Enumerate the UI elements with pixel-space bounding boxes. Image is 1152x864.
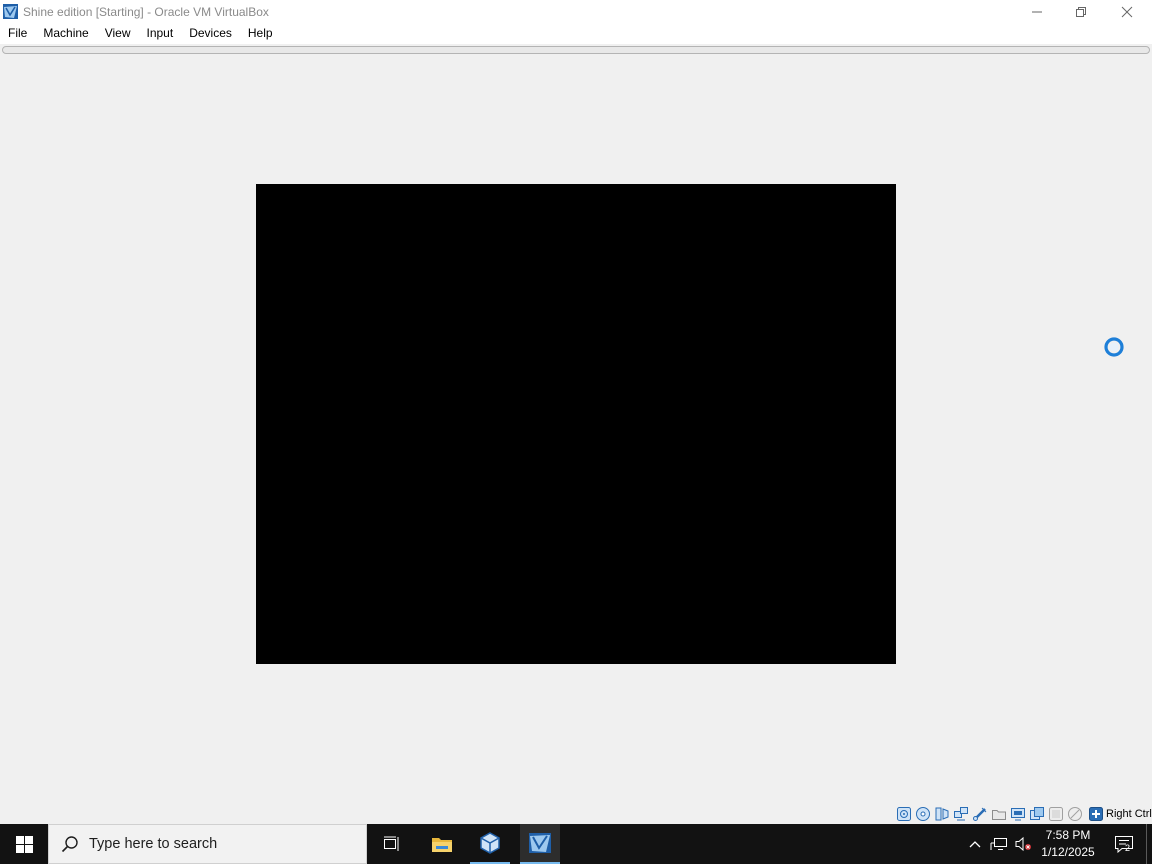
taskbar-search-box[interactable]: Type here to search [48,824,367,864]
action-center-button[interactable]: 2 [1106,824,1142,864]
virtualbox-vm-button[interactable] [520,824,560,864]
clock-date: 1/12/2025 [1041,845,1095,859]
window-title: Shine edition [Starting] - Oracle VM Vir… [23,5,269,19]
notification-count-badge: 2 [1125,843,1131,853]
keyboard-arrow-icon [1089,807,1103,821]
close-button[interactable] [1104,0,1150,23]
menu-bar: File Machine View Input Devices Help [0,23,1152,44]
device-status-icons [896,806,1083,822]
minimize-button[interactable] [1014,0,1060,23]
audio-icon[interactable] [934,806,950,822]
task-view-icon [384,836,399,851]
mouse-integration-icon[interactable] [1067,806,1083,822]
vm-screen[interactable] [256,184,896,664]
menu-file[interactable]: File [0,23,35,44]
loading-spinner-icon [1104,337,1124,357]
minimize-icon [1032,11,1042,12]
guest-additions-icon[interactable] [1048,806,1064,822]
chevron-up-icon [969,841,981,848]
network-icon[interactable] [953,806,969,822]
file-explorer-icon [432,838,452,852]
menu-machine[interactable]: Machine [35,23,96,44]
status-bar: Right Ctrl [0,804,1152,824]
startup-progress-bar [2,46,1150,54]
hard-disk-icon[interactable] [896,806,912,822]
restore-button[interactable] [1058,0,1104,23]
file-explorer-button[interactable] [422,824,462,864]
menu-help[interactable]: Help [240,23,281,44]
start-button[interactable] [0,824,48,864]
virtualbox-vm-icon [3,4,18,19]
search-icon [61,836,78,853]
virtualbox-manager-button[interactable] [470,824,510,864]
title-bar[interactable]: Shine edition [Starting] - Oracle VM Vir… [0,0,1152,23]
clock-time: 7:58 PM [1045,828,1091,842]
menu-devices[interactable]: Devices [181,23,240,44]
virtualbox-vm-icon [529,833,551,853]
tray-overflow-button[interactable] [964,824,986,864]
search-placeholder: Type here to search [89,836,218,852]
windows-logo-icon [15,835,33,853]
optical-drive-icon[interactable] [915,806,931,822]
host-key-indicator[interactable]: Right Ctrl [1088,806,1152,822]
close-icon [1121,6,1133,17]
show-desktop-button[interactable] [1146,824,1152,864]
volume-muted-icon [1015,836,1031,852]
usb-icon[interactable] [972,806,988,822]
tray-network-button[interactable] [988,824,1010,864]
task-view-button[interactable] [372,824,412,864]
menu-input[interactable]: Input [139,23,182,44]
virtualbox-manager-icon [480,832,500,854]
vm-display-area[interactable] [0,56,1152,804]
taskbar: Type here to search 7:58 PM 1/12/2025 2 [0,824,1152,864]
menu-view[interactable]: View [97,23,139,44]
recording-icon[interactable] [1029,806,1045,822]
notifications-icon [1115,836,1133,853]
restore-icon [1076,6,1086,17]
host-key-label: Right Ctrl [1106,808,1152,820]
shared-folders-icon[interactable] [991,806,1007,822]
network-icon [990,838,1007,850]
display-icon[interactable] [1010,806,1026,822]
taskbar-clock[interactable]: 7:58 PM 1/12/2025 [1034,827,1102,861]
tray-volume-button[interactable] [1012,824,1034,864]
